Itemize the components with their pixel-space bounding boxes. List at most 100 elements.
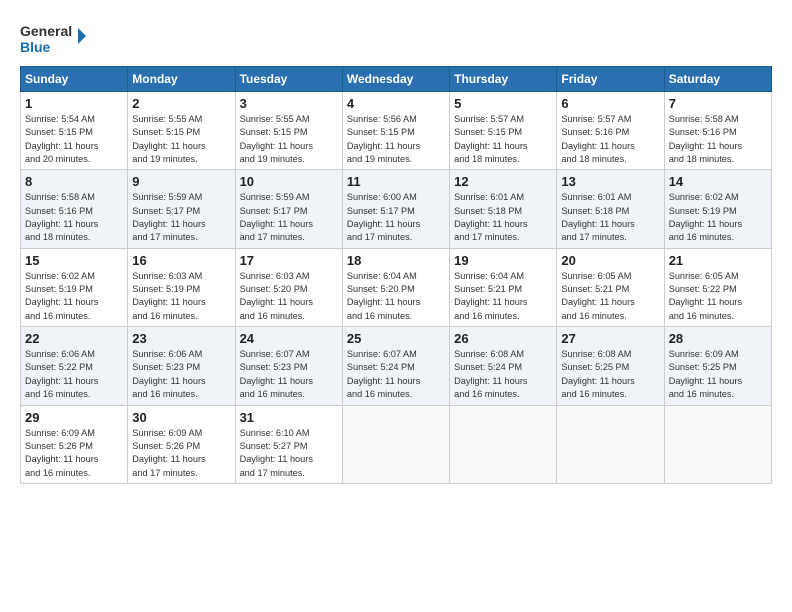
header: General Blue	[20, 18, 772, 58]
day-info: Sunrise: 5:59 AM Sunset: 5:17 PM Dayligh…	[240, 191, 338, 244]
day-info: Sunrise: 6:04 AM Sunset: 5:21 PM Dayligh…	[454, 270, 552, 323]
calendar-cell: 12Sunrise: 6:01 AM Sunset: 5:18 PM Dayli…	[450, 170, 557, 248]
calendar-cell: 19 Sunrise: 6:04 AM Sunset: 5:21 PM Dayli…	[450, 248, 557, 326]
day-number: 16	[132, 253, 230, 268]
day-info: Sunrise: 6:06 AM Sunset: 5:22 PM Dayligh…	[25, 348, 123, 401]
day-number: 8	[25, 174, 123, 189]
day-header-friday: Friday	[557, 67, 664, 92]
day-number: 6	[561, 96, 659, 111]
calendar-cell: 21 Sunrise: 6:05 AM Sunset: 5:22 PM Dayli…	[664, 248, 771, 326]
calendar-cell: 1 Sunrise: 5:54 AM Sunset: 5:15 PM Daylig…	[21, 92, 128, 170]
calendar-cell: 13 Sunrise: 6:01 AM Sunset: 5:18 PM Dayli…	[557, 170, 664, 248]
calendar-cell: 28 Sunrise: 6:09 AM Sunset: 5:25 PM Dayli…	[664, 327, 771, 405]
day-number: 1	[25, 96, 123, 111]
day-header-saturday: Saturday	[664, 67, 771, 92]
day-info: Sunrise: 5:55 AM Sunset: 5:15 PM Dayligh…	[240, 113, 338, 166]
day-number: 26	[454, 331, 552, 346]
day-number: 17	[240, 253, 338, 268]
calendar-cell: 22 Sunrise: 6:06 AM Sunset: 5:22 PM Dayli…	[21, 327, 128, 405]
calendar-cell: 29 Sunrise: 6:09 AM Sunset: 5:26 PM Dayli…	[21, 405, 128, 483]
calendar-cell: 7 Sunrise: 5:58 AM Sunset: 5:16 PM Daylig…	[664, 92, 771, 170]
day-info: Sunrise: 6:02 AM Sunset: 5:19 PM Dayligh…	[669, 191, 767, 244]
day-number: 18	[347, 253, 445, 268]
calendar-header-row: SundayMondayTuesdayWednesdayThursdayFrid…	[21, 67, 772, 92]
calendar-cell	[664, 405, 771, 483]
day-number: 4	[347, 96, 445, 111]
calendar-cell: 3 Sunrise: 5:55 AM Sunset: 5:15 PM Daylig…	[235, 92, 342, 170]
day-info: Sunrise: 6:07 AM Sunset: 5:23 PM Dayligh…	[240, 348, 338, 401]
day-header-monday: Monday	[128, 67, 235, 92]
logo: General Blue	[20, 18, 90, 58]
day-number: 7	[669, 96, 767, 111]
day-number: 3	[240, 96, 338, 111]
calendar-cell	[450, 405, 557, 483]
day-info: Sunrise: 6:03 AM Sunset: 5:20 PM Dayligh…	[240, 270, 338, 323]
calendar-cell: 9Sunrise: 5:59 AM Sunset: 5:17 PM Daylig…	[128, 170, 235, 248]
day-info: Sunrise: 6:09 AM Sunset: 5:26 PM Dayligh…	[25, 427, 123, 480]
day-number: 10	[240, 174, 338, 189]
svg-text:Blue: Blue	[20, 39, 51, 55]
day-number: 28	[669, 331, 767, 346]
calendar-cell: 14 Sunrise: 6:02 AM Sunset: 5:19 PM Dayli…	[664, 170, 771, 248]
day-number: 31	[240, 410, 338, 425]
day-number: 11	[347, 174, 445, 189]
day-number: 13	[561, 174, 659, 189]
calendar-week-row: 1 Sunrise: 5:54 AM Sunset: 5:15 PM Daylig…	[21, 92, 772, 170]
day-number: 23	[132, 331, 230, 346]
calendar-cell	[557, 405, 664, 483]
day-info: Sunrise: 6:07 AM Sunset: 5:24 PM Dayligh…	[347, 348, 445, 401]
day-number: 5	[454, 96, 552, 111]
calendar-cell: 18Sunrise: 6:04 AM Sunset: 5:20 PM Dayli…	[342, 248, 449, 326]
day-number: 29	[25, 410, 123, 425]
day-info: Sunrise: 6:02 AM Sunset: 5:19 PM Dayligh…	[25, 270, 123, 323]
calendar-cell: 15Sunrise: 6:02 AM Sunset: 5:19 PM Dayli…	[21, 248, 128, 326]
day-info: Sunrise: 6:09 AM Sunset: 5:25 PM Dayligh…	[669, 348, 767, 401]
calendar-cell: 5 Sunrise: 5:57 AM Sunset: 5:15 PM Daylig…	[450, 92, 557, 170]
day-info: Sunrise: 5:58 AM Sunset: 5:16 PM Dayligh…	[25, 191, 123, 244]
calendar-cell: 8 Sunrise: 5:58 AM Sunset: 5:16 PM Daylig…	[21, 170, 128, 248]
day-info: Sunrise: 6:00 AM Sunset: 5:17 PM Dayligh…	[347, 191, 445, 244]
calendar-cell: 23 Sunrise: 6:06 AM Sunset: 5:23 PM Dayli…	[128, 327, 235, 405]
calendar-cell: 2Sunrise: 5:55 AM Sunset: 5:15 PM Daylig…	[128, 92, 235, 170]
calendar-week-row: 29 Sunrise: 6:09 AM Sunset: 5:26 PM Dayli…	[21, 405, 772, 483]
day-number: 19	[454, 253, 552, 268]
day-number: 20	[561, 253, 659, 268]
calendar-cell: 6 Sunrise: 5:57 AM Sunset: 5:16 PM Daylig…	[557, 92, 664, 170]
day-info: Sunrise: 5:55 AM Sunset: 5:15 PM Dayligh…	[132, 113, 230, 166]
day-info: Sunrise: 6:01 AM Sunset: 5:18 PM Dayligh…	[561, 191, 659, 244]
calendar-cell: 11 Sunrise: 6:00 AM Sunset: 5:17 PM Dayli…	[342, 170, 449, 248]
day-info: Sunrise: 6:01 AM Sunset: 5:18 PM Dayligh…	[454, 191, 552, 244]
calendar-cell: 31Sunrise: 6:10 AM Sunset: 5:27 PM Dayli…	[235, 405, 342, 483]
day-info: Sunrise: 6:09 AM Sunset: 5:26 PM Dayligh…	[132, 427, 230, 480]
day-header-tuesday: Tuesday	[235, 67, 342, 92]
svg-text:General: General	[20, 23, 72, 39]
logo-svg: General Blue	[20, 18, 90, 58]
calendar-table: SundayMondayTuesdayWednesdayThursdayFrid…	[20, 66, 772, 484]
day-number: 30	[132, 410, 230, 425]
day-number: 24	[240, 331, 338, 346]
day-info: Sunrise: 5:58 AM Sunset: 5:16 PM Dayligh…	[669, 113, 767, 166]
day-info: Sunrise: 5:59 AM Sunset: 5:17 PM Dayligh…	[132, 191, 230, 244]
day-info: Sunrise: 5:57 AM Sunset: 5:16 PM Dayligh…	[561, 113, 659, 166]
day-header-wednesday: Wednesday	[342, 67, 449, 92]
day-info: Sunrise: 5:57 AM Sunset: 5:15 PM Dayligh…	[454, 113, 552, 166]
calendar-cell: 24 Sunrise: 6:07 AM Sunset: 5:23 PM Dayli…	[235, 327, 342, 405]
day-number: 22	[25, 331, 123, 346]
day-header-sunday: Sunday	[21, 67, 128, 92]
calendar-body: 1 Sunrise: 5:54 AM Sunset: 5:15 PM Daylig…	[21, 92, 772, 484]
calendar-cell: 25Sunrise: 6:07 AM Sunset: 5:24 PM Dayli…	[342, 327, 449, 405]
day-info: Sunrise: 5:54 AM Sunset: 5:15 PM Dayligh…	[25, 113, 123, 166]
calendar-cell	[342, 405, 449, 483]
calendar-cell: 26Sunrise: 6:08 AM Sunset: 5:24 PM Dayli…	[450, 327, 557, 405]
day-number: 14	[669, 174, 767, 189]
day-info: Sunrise: 6:06 AM Sunset: 5:23 PM Dayligh…	[132, 348, 230, 401]
page: General Blue SundayMondayTuesdayWednesda…	[0, 0, 792, 494]
day-info: Sunrise: 6:05 AM Sunset: 5:22 PM Dayligh…	[669, 270, 767, 323]
calendar-cell: 27Sunrise: 6:08 AM Sunset: 5:25 PM Dayli…	[557, 327, 664, 405]
calendar-cell: 20Sunrise: 6:05 AM Sunset: 5:21 PM Dayli…	[557, 248, 664, 326]
calendar-week-row: 8 Sunrise: 5:58 AM Sunset: 5:16 PM Daylig…	[21, 170, 772, 248]
day-info: Sunrise: 6:08 AM Sunset: 5:25 PM Dayligh…	[561, 348, 659, 401]
day-number: 21	[669, 253, 767, 268]
day-header-thursday: Thursday	[450, 67, 557, 92]
calendar-cell: 4Sunrise: 5:56 AM Sunset: 5:15 PM Daylig…	[342, 92, 449, 170]
